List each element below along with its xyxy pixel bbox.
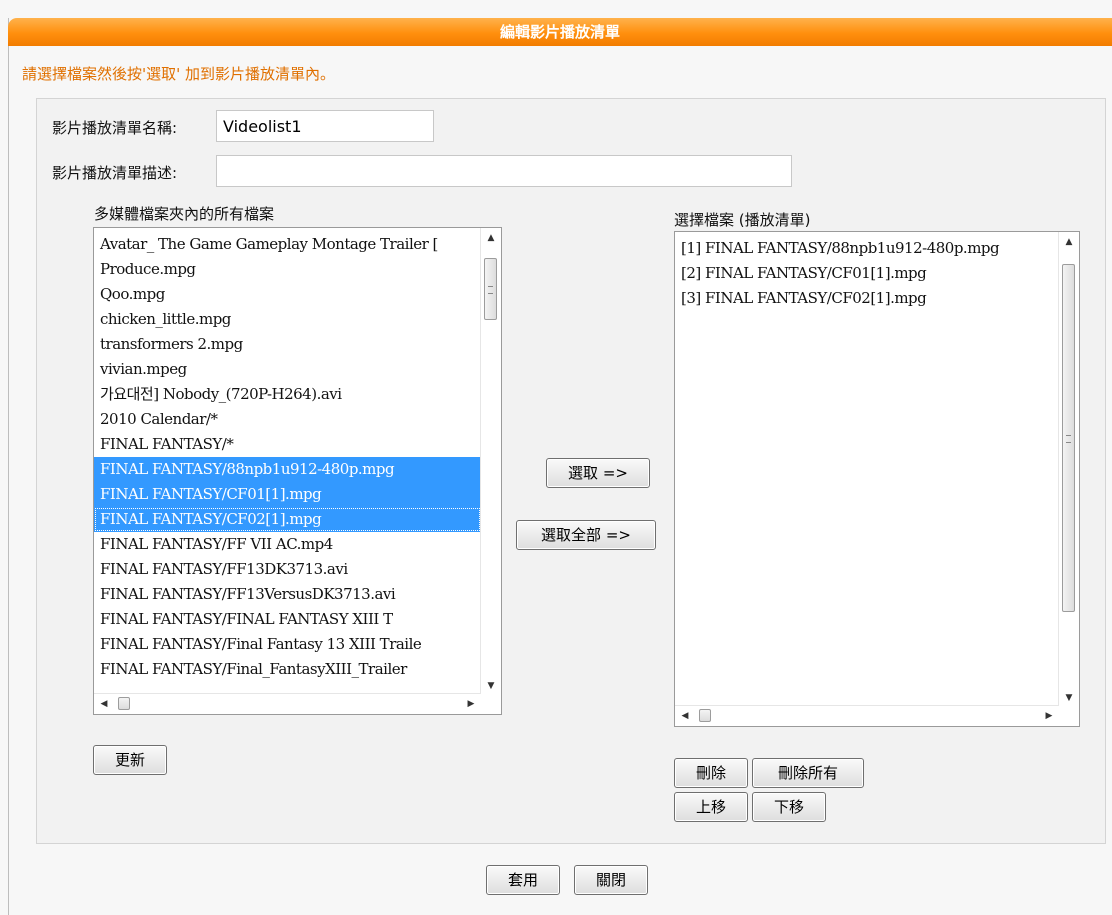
source-list-horizontal-scrollbar[interactable]: ◀ ▶ — [94, 693, 481, 714]
list-item[interactable]: chicken_little.mpg — [94, 307, 481, 332]
scroll-thumb[interactable] — [118, 697, 130, 710]
source-list-vertical-scrollbar[interactable]: ▲ ▼ — [480, 228, 501, 696]
window-left-border — [8, 18, 9, 915]
list-item[interactable]: FINAL FANTASY/* — [94, 432, 481, 457]
playlist-name-label: 影片播放清單名稱: — [52, 119, 178, 137]
refresh-button[interactable]: 更新 — [93, 745, 167, 775]
move-up-button[interactable]: 上移 — [674, 792, 748, 822]
apply-button[interactable]: 套用 — [486, 865, 560, 895]
scroll-down-arrow-icon[interactable]: ▼ — [481, 676, 501, 696]
select-button[interactable]: 選取 => — [546, 458, 650, 488]
delete-button[interactable]: 刪除 — [674, 758, 748, 788]
list-item[interactable]: FINAL FANTASY/FF13DK3713.avi — [94, 557, 481, 582]
delete-all-button[interactable]: 刪除所有 — [752, 758, 864, 788]
list-item[interactable]: [2] FINAL FANTASY/CF01[1].mpg — [675, 261, 1059, 286]
list-item[interactable]: FINAL FANTASY/Final Fantasy 13 XIII Trai… — [94, 632, 481, 657]
playlist-description-label: 影片播放清單描述: — [52, 164, 178, 182]
list-item[interactable]: [3] FINAL FANTASY/CF02[1].mpg — [675, 286, 1059, 311]
scroll-up-arrow-icon[interactable]: ▲ — [481, 228, 501, 248]
playlist-vertical-scrollbar[interactable]: ▲ ▼ — [1058, 232, 1079, 708]
scroll-down-arrow-icon[interactable]: ▼ — [1059, 688, 1079, 708]
dialog-title-bar: 編輯影片播放清單 — [8, 18, 1112, 46]
list-item[interactable]: FINAL FANTASY/Final_FantasyXIII_Trailer — [94, 657, 481, 682]
list-item[interactable]: Produce.mpg — [94, 257, 481, 282]
list-item[interactable]: FINAL FANTASY/FF13VersusDK3713.avi — [94, 582, 481, 607]
list-item[interactable]: vivian.mpeg — [94, 357, 481, 382]
source-file-list[interactable]: Avatar_ The Game Gameplay Montage Traile… — [93, 227, 502, 715]
playlist-file-list[interactable]: [1] FINAL FANTASY/88npb1u912-480p.mpg [2]… — [674, 231, 1080, 727]
list-item[interactable]: FINAL FANTASY/CF01[1].mpg — [94, 482, 481, 507]
scroll-up-arrow-icon[interactable]: ▲ — [1059, 232, 1079, 252]
select-all-button[interactable]: 選取全部 => — [516, 520, 656, 550]
list-item[interactable]: FINAL FANTASY/FINAL FANTASY XIII T — [94, 607, 481, 632]
source-list-items: Avatar_ The Game Gameplay Montage Traile… — [94, 232, 481, 682]
list-item[interactable]: Avatar_ The Game Gameplay Montage Traile… — [94, 232, 481, 257]
list-item[interactable]: transformers 2.mpg — [94, 332, 481, 357]
list-item[interactable]: 가요대전] Nobody_(720P-H264).avi — [94, 382, 481, 407]
list-item[interactable]: Qoo.mpg — [94, 282, 481, 307]
scroll-left-arrow-icon[interactable]: ◀ — [675, 706, 695, 726]
list-item[interactable]: FINAL FANTASY/FF VII AC.mp4 — [94, 532, 481, 557]
scroll-thumb[interactable] — [484, 258, 497, 320]
playlist-horizontal-scrollbar[interactable]: ◀ ▶ — [675, 705, 1059, 726]
list-item[interactable]: FINAL FANTASY/CF02[1].mpg — [94, 507, 481, 532]
list-item[interactable]: 2010 Calendar/* — [94, 407, 481, 432]
playlist-description-input[interactable] — [216, 155, 792, 187]
scroll-thumb[interactable] — [1062, 264, 1075, 612]
grip-icon — [1066, 435, 1071, 443]
instruction-text: 請選擇檔案然後按'選取' 加到影片播放清單內。 — [22, 65, 336, 83]
source-list-label: 多媒體檔案夾內的所有檔案 — [94, 205, 275, 223]
grip-icon — [488, 286, 493, 294]
scroll-thumb[interactable] — [699, 709, 711, 722]
list-item[interactable]: [1] FINAL FANTASY/88npb1u912-480p.mpg — [675, 236, 1059, 261]
scroll-right-arrow-icon[interactable]: ▶ — [1039, 706, 1059, 726]
scroll-right-arrow-icon[interactable]: ▶ — [461, 694, 481, 714]
list-item[interactable]: FINAL FANTASY/88npb1u912-480p.mpg — [94, 457, 481, 482]
close-button[interactable]: 關閉 — [574, 865, 648, 895]
dialog-title: 編輯影片播放清單 — [499, 23, 620, 41]
scroll-left-arrow-icon[interactable]: ◀ — [94, 694, 114, 714]
playlist-list-items: [1] FINAL FANTASY/88npb1u912-480p.mpg [2]… — [675, 236, 1059, 311]
playlist-files-label: 選擇檔案 (播放清單) — [674, 211, 811, 229]
playlist-name-input[interactable] — [216, 110, 434, 142]
move-down-button[interactable]: 下移 — [752, 792, 826, 822]
